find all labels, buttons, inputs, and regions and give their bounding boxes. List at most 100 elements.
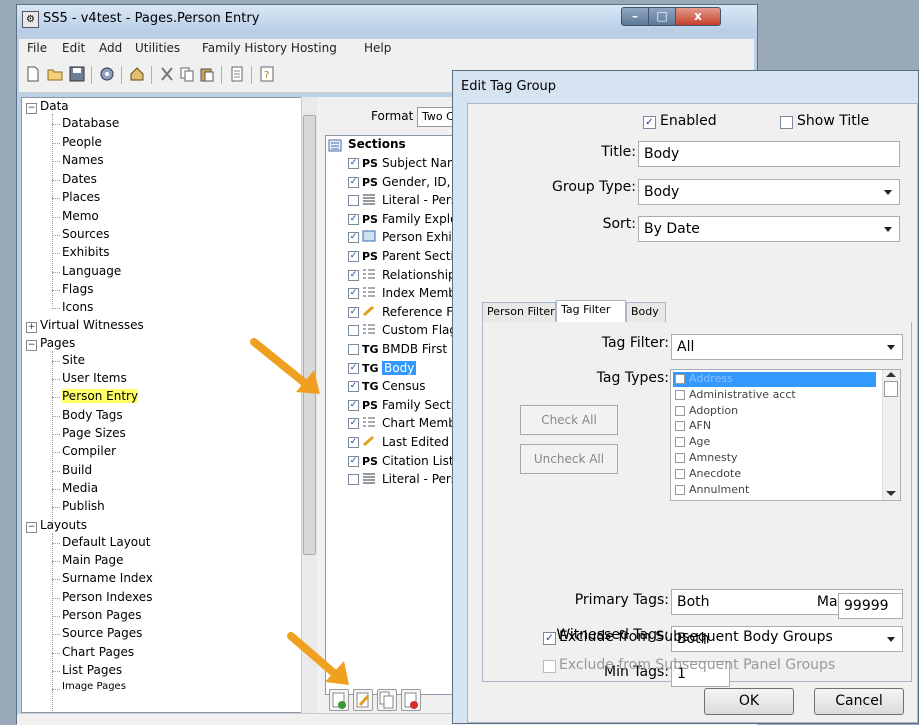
section-checkbox[interactable]: ✓ (348, 158, 359, 169)
tree-item[interactable]: Compiler (62, 444, 116, 458)
tree-item[interactable]: Page Sizes (62, 426, 126, 440)
copy-section-button[interactable] (377, 689, 397, 711)
tree-data[interactable]: Data (40, 99, 69, 113)
tree-item[interactable]: Media (62, 481, 98, 495)
tab-person-filter[interactable]: Person Filter (482, 302, 556, 322)
tree-scrollbar[interactable] (301, 97, 318, 713)
section-checkbox[interactable]: ✓ (348, 306, 359, 318)
tag-filter-select[interactable]: All (671, 334, 903, 360)
scroll-down-icon[interactable] (886, 491, 896, 496)
cancel-button[interactable]: Cancel (814, 688, 904, 715)
tree-item[interactable]: Source Pages (62, 626, 142, 640)
tag-type-item[interactable]: Age (673, 435, 876, 450)
exclude-panel-checkbox[interactable] (543, 660, 556, 673)
tag-type-checkbox[interactable] (675, 453, 685, 463)
section-checkbox[interactable]: ✓ (348, 213, 359, 225)
exclude-body-checkbox[interactable]: ✓ (543, 632, 556, 645)
tree-item[interactable]: Flags (62, 282, 93, 296)
section-checkbox[interactable]: ✓ (348, 399, 359, 411)
tag-type-checkbox[interactable] (675, 421, 685, 432)
tree-item[interactable]: Publish (62, 499, 105, 513)
tree-item[interactable]: Database (62, 116, 119, 130)
page-icon[interactable] (229, 66, 245, 82)
show-title-checkbox[interactable] (780, 116, 793, 129)
menu-file[interactable]: File (27, 41, 47, 55)
tree-item[interactable]: Build (62, 463, 92, 477)
section-checkbox[interactable]: ✓ (348, 176, 359, 188)
expand-virtual-witnesses-icon[interactable]: + (26, 322, 37, 333)
section-checkbox[interactable]: ✓ (348, 418, 359, 430)
close-button[interactable]: x (675, 7, 721, 26)
tag-type-item[interactable]: AFN (673, 419, 876, 434)
open-folder-icon[interactable] (47, 66, 63, 82)
tag-type-item[interactable]: Anecdote (673, 467, 876, 482)
section-checkbox[interactable]: ✓ (348, 437, 359, 448)
enabled-checkbox[interactable]: ✓ (643, 116, 656, 129)
menu-add[interactable]: Add (99, 41, 122, 55)
tree-item[interactable]: Main Page (62, 553, 124, 567)
title-input[interactable]: Body (638, 141, 900, 167)
collapse-layouts-icon[interactable]: − (26, 522, 37, 533)
tree-layouts[interactable]: Layouts (40, 518, 87, 532)
scroll-up-icon[interactable] (886, 372, 896, 377)
menu-edit[interactable]: Edit (62, 41, 85, 55)
check-all-button[interactable]: Check All (520, 405, 618, 435)
tree-item[interactable]: Icons (62, 300, 93, 314)
collapse-data-icon[interactable]: − (26, 103, 37, 114)
maximize-button[interactable]: □ (648, 7, 676, 26)
tree-item[interactable]: Default Layout (62, 535, 150, 549)
tree-virtual-witnesses[interactable]: Virtual Witnesses (40, 318, 144, 332)
tag-type-item[interactable]: Address (673, 372, 876, 387)
tag-type-checkbox[interactable] (675, 437, 685, 448)
delete-section-button[interactable] (401, 689, 421, 711)
tag-types-scrollbar[interactable] (882, 370, 900, 500)
tree-item[interactable]: Places (62, 190, 100, 204)
cut-icon[interactable] (159, 66, 175, 82)
tag-type-checkbox[interactable] (675, 484, 685, 495)
section-checkbox[interactable] (348, 325, 359, 337)
copy-icon[interactable] (179, 66, 195, 82)
sort-select[interactable]: By Date (638, 216, 900, 242)
section-checkbox[interactable] (348, 195, 359, 207)
section-checkbox[interactable]: ✓ (348, 362, 359, 374)
tree-item[interactable]: Exhibits (62, 245, 110, 259)
section-checkbox[interactable] (348, 344, 359, 355)
tree-item[interactable]: Names (62, 153, 104, 167)
save-icon[interactable] (69, 66, 85, 82)
edit-section-button[interactable] (353, 689, 373, 711)
section-checkbox[interactable]: ✓ (348, 381, 359, 393)
paste-icon[interactable] (199, 66, 215, 82)
tag-type-item[interactable]: Adoption (673, 404, 876, 419)
minimize-button[interactable]: – (621, 7, 649, 26)
tree-item[interactable]: User Items (62, 371, 127, 385)
help-icon[interactable]: ? (259, 66, 275, 82)
tree-item[interactable]: Language (62, 264, 121, 278)
title-bar[interactable]: ⚙ SS5 - v4test - Pages.Person Entry – □ … (17, 5, 757, 33)
settings-gear-icon[interactable] (99, 66, 115, 82)
tree-item[interactable]: Surname Index (62, 571, 153, 585)
tree-item[interactable]: Body Tags (62, 408, 123, 422)
group-type-select[interactable]: Body (638, 179, 900, 205)
tree-item[interactable]: Site (62, 353, 85, 367)
section-checkbox[interactable]: ✓ (348, 269, 359, 281)
section-checkbox[interactable]: ✓ (348, 251, 359, 262)
home-icon[interactable] (129, 66, 145, 82)
tab-body[interactable]: Body (626, 302, 666, 322)
menu-family-history-hosting[interactable]: Family History Hosting (202, 41, 337, 55)
section-checkbox[interactable]: ✓ (348, 455, 359, 467)
tag-type-checkbox[interactable] (675, 374, 685, 384)
tree-scroll-thumb[interactable] (303, 115, 316, 555)
tag-type-item[interactable]: Annulment (673, 483, 876, 498)
tree-item[interactable]: Sources (62, 227, 109, 241)
tree-item[interactable]: Memo (62, 209, 99, 223)
add-section-button[interactable] (329, 689, 349, 711)
tag-type-item[interactable]: Amnesty (673, 451, 876, 466)
tree-item[interactable]: Person Indexes (62, 590, 152, 604)
tree-item[interactable]: Image Pages (62, 681, 126, 692)
section-checkbox[interactable]: ✓ (348, 232, 359, 244)
tag-type-checkbox[interactable] (675, 389, 685, 400)
tree-item[interactable]: Chart Pages (62, 645, 134, 659)
tree-item[interactable]: Dates (62, 172, 97, 186)
tree-item[interactable]: People (62, 135, 102, 149)
section-checkbox[interactable] (348, 474, 359, 486)
